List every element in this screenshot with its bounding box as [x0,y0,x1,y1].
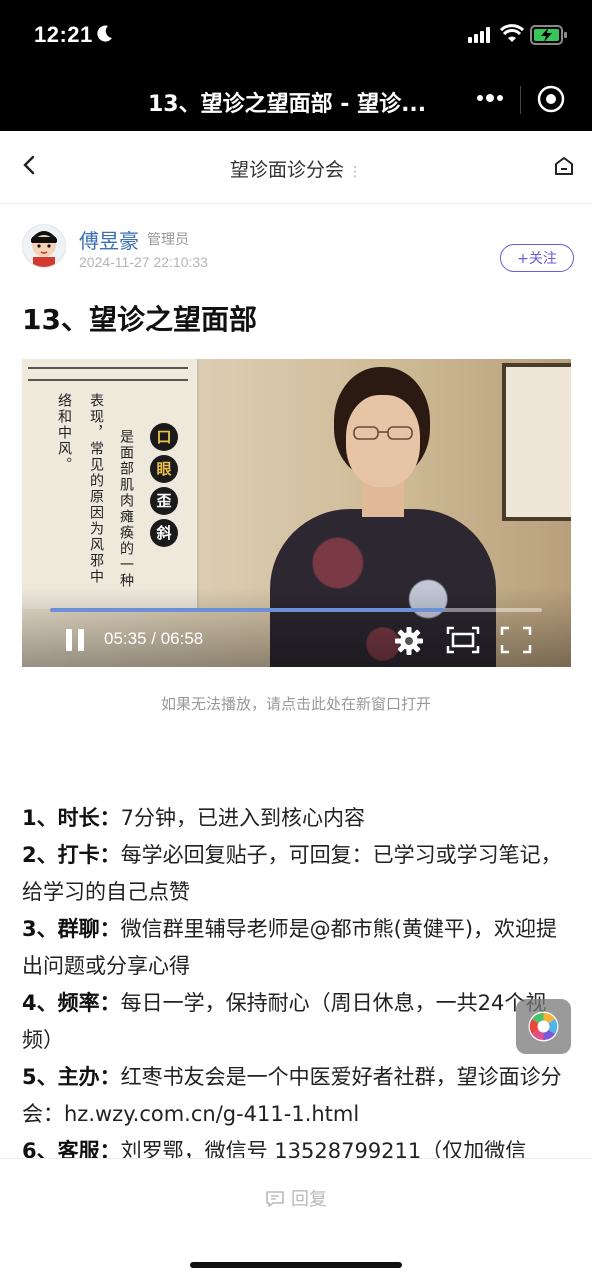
aperture-icon [528,1011,559,1042]
caption-column-3: 络和中风。 [56,393,72,473]
caption-seal: 眼 [150,455,178,483]
author-role-badge: 管理员 [147,232,189,248]
caption-column-2: 表现，常见的原因为风邪中 [88,393,104,585]
content-item: 2、打卡：每学必回复贴子，可回复：已学习或学习笔记，给学习的自己点赞 [22,837,570,911]
forum-nav: 望诊面诊分会 ⋮ [0,131,592,204]
video-caption-panel: 络和中风。 表现，常见的原因为风邪中 是面部肌肉瘫痪的一种 口 眼 歪 斜 [22,359,199,609]
glasses-illustration [353,426,413,440]
top-bar: 12:21 13、望诊之望面部 - 望诊... [0,0,592,131]
post-timestamp: 2024-11-27 22:10:33 [79,254,208,270]
avatar-illustration [23,225,65,267]
open-in-new-window-link[interactable]: 如果无法播放，请点击此处在新窗口打开 [0,693,592,714]
item-label: 1、时长： [22,806,121,830]
reply-label: 回复 [291,1189,327,1210]
caption-column-1: 是面部肌肉瘫痪的一种 [118,429,134,589]
forum-title-menu: ⋮ [348,164,362,180]
floating-shortcut-button[interactable] [516,999,571,1054]
item-label: 5、主办： [22,1065,121,1089]
caption-seal: 歪 [150,487,178,515]
wall-painting [502,363,571,521]
video-progress-fill [50,608,446,612]
forum-title-text: 望诊面诊分会 [229,159,344,181]
author-name[interactable]: 傅昱豪 [79,225,139,254]
home-icon[interactable] [553,155,575,177]
wechat-page-title: 13、望诊之望面部 - 望诊... [148,92,427,117]
video-time: 05:35 / 06:58 [104,629,204,648]
content-item: 5、主办：红枣书友会是一个中医爱好者社群，望诊面诊分会：hz.wzy.com.c… [22,1059,570,1133]
caption-seal: 斜 [150,519,178,547]
item-label: 2、打卡： [22,843,121,867]
item-label: 4、频率： [22,991,121,1015]
content-item: 4、频率：每日一学，保持耐心（周日休息，一共24个视频） [22,985,570,1059]
wifi-icon [500,24,524,42]
item-label: 3、群聊： [22,917,121,941]
settings-gear-icon[interactable] [394,626,424,656]
video-player[interactable]: 络和中风。 表现，常见的原因为风邪中 是面部肌肉瘫痪的一种 口 眼 歪 斜 05… [22,359,571,667]
picture-in-picture-icon[interactable] [446,626,480,654]
content-item: 3、群聊：微信群里辅导老师是@都市熊(黄健平)，欢迎提出问题或分享心得 [22,911,570,985]
status-time: 12:21 [34,22,93,47]
post-title: 13、望诊之望面部 [22,303,257,336]
post-content: 1、时长：7分钟，已进入到核心内容 2、打卡：每学必回复贴子，可回复：已学习或学… [22,800,570,1170]
forum-title[interactable]: 望诊面诊分会 ⋮ [0,155,592,182]
avatar[interactable] [22,224,66,268]
caption-seal: 口 [150,423,178,451]
home-indicator [190,1262,402,1268]
fullscreen-icon[interactable] [500,626,532,654]
more-icon[interactable] [476,93,504,103]
decorative-pattern [28,367,188,381]
pause-icon[interactable] [64,627,86,653]
presenter-face [346,395,420,487]
content-item: 1、时长：7分钟，已进入到核心内容 [22,800,570,837]
item-text: 7分钟，已进入到核心内容 [120,806,365,830]
moon-icon [97,25,112,42]
signal-icon [468,27,490,43]
comment-icon [266,1191,284,1207]
video-controls-shade [22,587,571,667]
battery-charging-icon [530,25,567,45]
divider [520,86,521,114]
follow-button[interactable]: +关注 [500,244,574,272]
close-miniprogram-icon[interactable] [536,84,566,114]
video-progress-bar[interactable] [50,608,542,612]
reply-button[interactable]: 回复 [0,1185,592,1211]
